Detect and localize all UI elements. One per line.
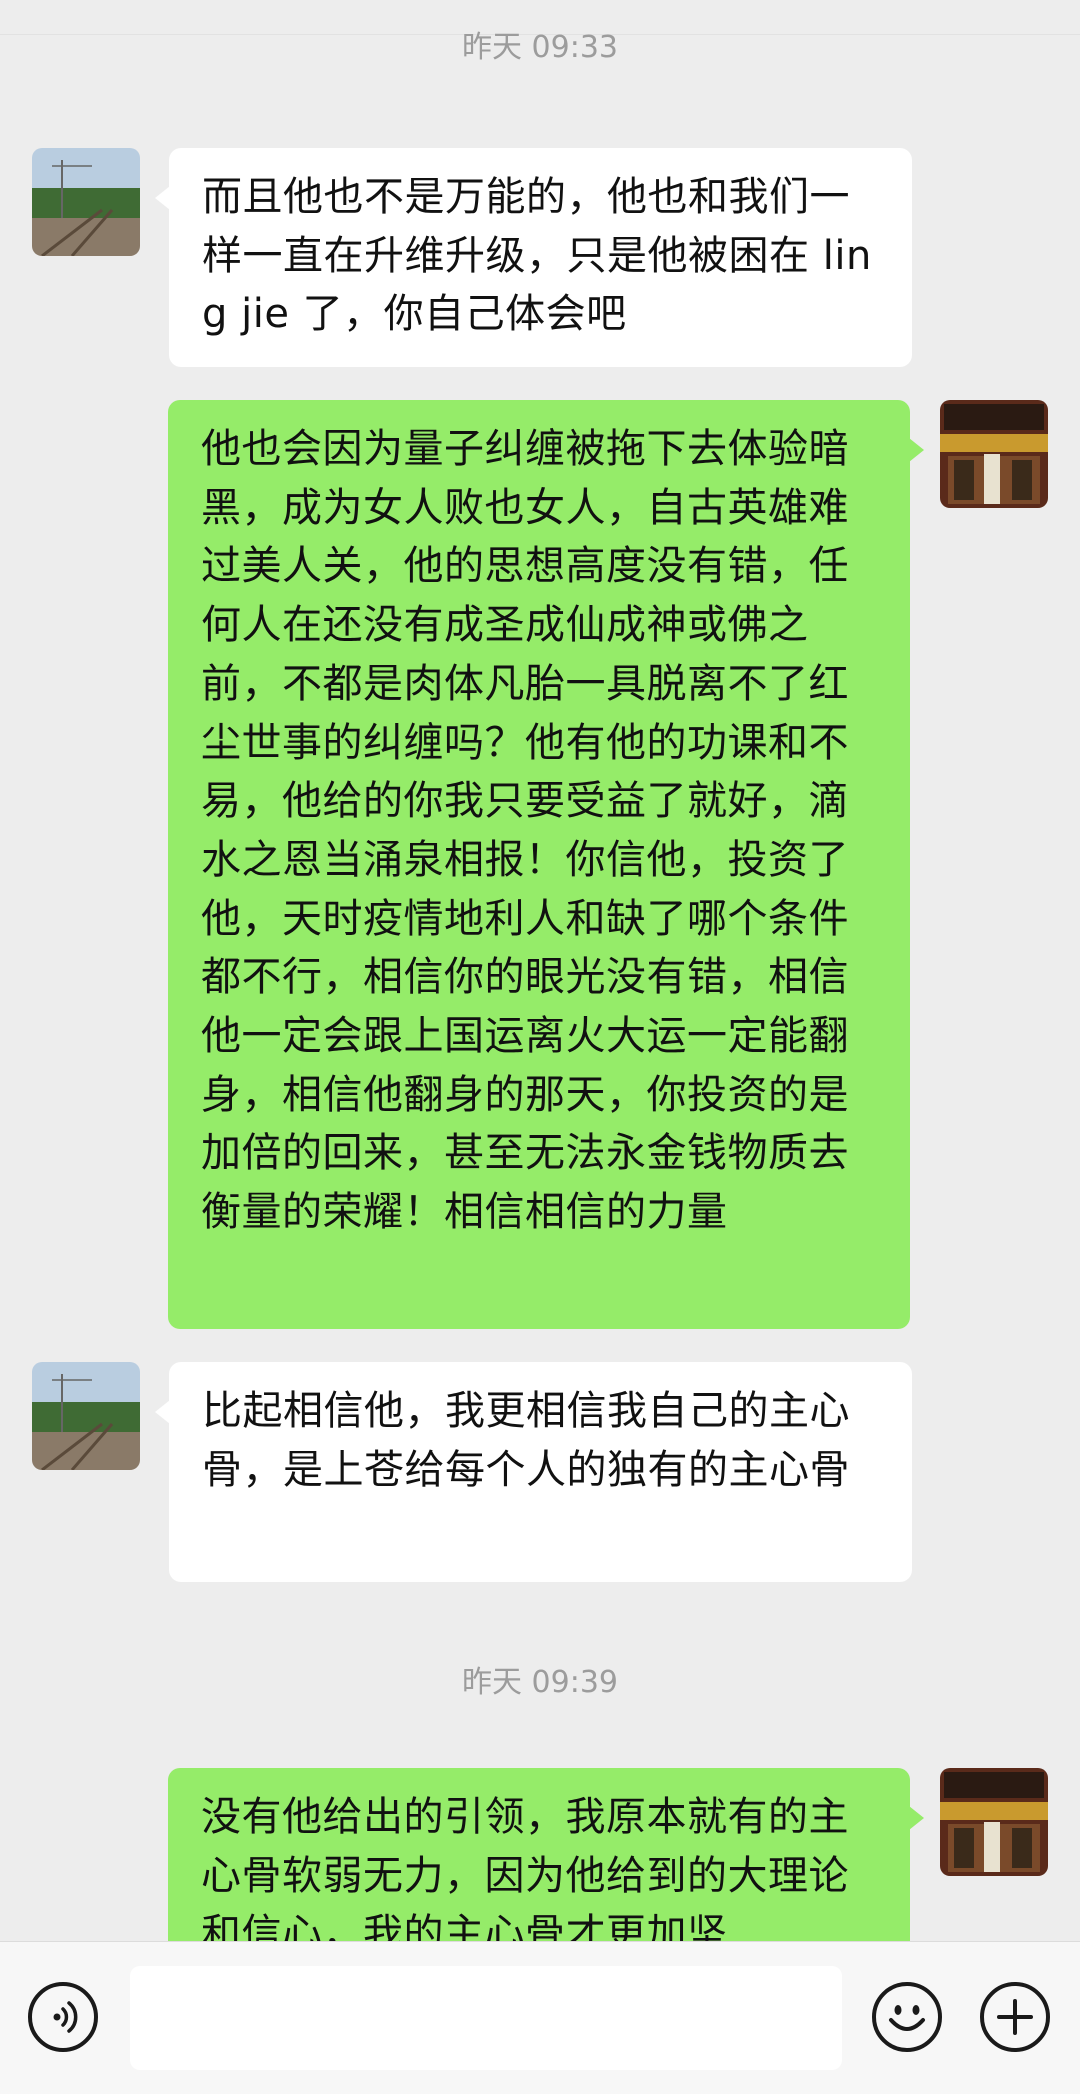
message-bubble-outgoing[interactable]: 他也会因为量子纠缠被拖下去体验暗黑，成为女人败也女人，自古英雄难过美人关，他的思… [168, 400, 924, 1329]
plus-icon[interactable] [980, 1982, 1050, 2052]
self-avatar[interactable] [940, 400, 1048, 508]
message-bubble-incoming[interactable]: 比起相信他，我更相信我自己的主心骨，是上苍给每个人的独有的主心骨 [155, 1362, 912, 1582]
chat-input-bar [0, 1941, 1080, 2094]
message-bubble-incoming[interactable]: 而且他也不是万能的，他也和我们一样一直在升维升级，只是他被困在 ling jie… [155, 148, 912, 367]
self-avatar[interactable] [940, 1768, 1048, 1876]
contact-avatar[interactable] [32, 148, 140, 256]
timestamp: 昨天 09:39 [462, 1665, 618, 1700]
emoji-icon[interactable] [872, 1982, 942, 2052]
contact-avatar[interactable] [32, 1362, 140, 1470]
voice-icon[interactable] [28, 1982, 98, 2052]
message-input[interactable] [130, 1966, 842, 2070]
timestamp: 昨天 09:33 [462, 30, 618, 65]
